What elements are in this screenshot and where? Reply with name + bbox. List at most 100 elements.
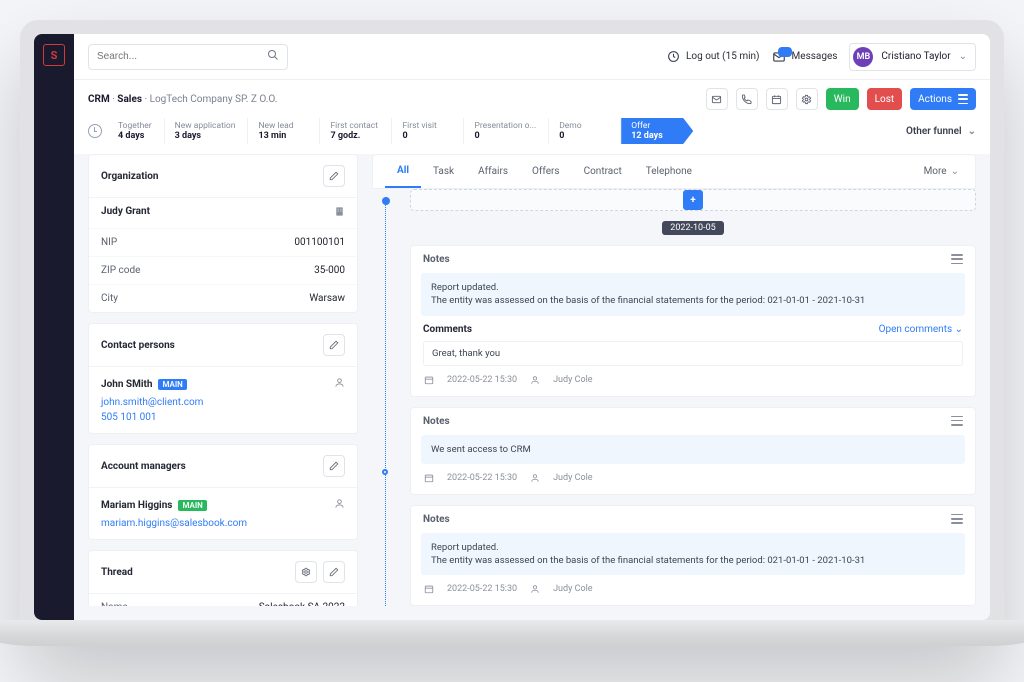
comments-heading: Comments	[423, 324, 472, 335]
stage-first-contact[interactable]: First contact 7 godz.	[320, 118, 392, 144]
timeline: + 2022-10-05 Notes Report updated	[372, 189, 976, 606]
chevron-down-icon: ⌄	[968, 126, 976, 137]
building-icon	[334, 206, 345, 220]
search-icon	[267, 49, 279, 64]
calendar-icon	[423, 472, 435, 484]
note-body: Report updated. The entity was assessed …	[421, 533, 965, 576]
left-column: Organization Judy Grant	[88, 154, 358, 606]
stage-offer[interactable]: Offer 12 days	[621, 118, 693, 144]
note-entry: Notes We sent access to CRM	[410, 407, 976, 495]
app-logo[interactable]: S	[43, 44, 65, 66]
note-menu-icon[interactable]	[951, 416, 963, 427]
manager-email[interactable]: mariam.higgins@salesbook.com	[101, 518, 247, 529]
activity-tabs: All Task Affairs Offers Contract Telepho…	[372, 154, 976, 189]
comment-text: Great, thank you	[423, 341, 963, 366]
person-icon	[529, 583, 541, 595]
contacts-title: Contact persons	[101, 340, 175, 351]
note-body: Report updated. The entity was assessed …	[421, 273, 965, 316]
timeline-dot-open	[382, 469, 388, 475]
user-name: Cristiano Taylor	[881, 51, 950, 62]
organization-card: Organization Judy Grant	[88, 154, 358, 313]
person-icon	[529, 472, 541, 484]
settings-thread-button[interactable]	[295, 561, 317, 583]
main-manager-tag: MAIN	[178, 500, 206, 511]
menu-icon	[958, 94, 968, 104]
content-area: Organization Judy Grant	[74, 154, 990, 620]
logout-link[interactable]: Log out (15 min)	[666, 50, 760, 64]
screen: S Log out (15 min)	[34, 34, 990, 620]
tab-all[interactable]: All	[385, 155, 421, 188]
note-body: We sent access to CRM	[421, 435, 965, 464]
phone-action-button[interactable]	[736, 88, 758, 110]
search-input[interactable]	[97, 51, 267, 62]
stage-pipeline: Together 4 days New application 3 days N…	[74, 118, 990, 154]
mail-action-button[interactable]	[706, 88, 728, 110]
note-entry: Notes Report updated. The entity was ass…	[410, 245, 976, 397]
note-heading: Notes	[423, 416, 450, 427]
clock-icon	[666, 50, 680, 64]
add-activity-box[interactable]: +	[410, 189, 976, 211]
tab-offers[interactable]: Offers	[520, 156, 572, 187]
stage-demo[interactable]: Demo 0	[549, 118, 621, 144]
chevron-down-icon: ⌄	[959, 51, 967, 62]
timeline-line	[372, 189, 400, 606]
edit-organization-button[interactable]	[323, 165, 345, 187]
note-menu-icon[interactable]	[951, 514, 963, 525]
edit-thread-button[interactable]	[323, 561, 345, 583]
settings-action-button[interactable]	[796, 88, 818, 110]
mail-icon	[772, 50, 786, 64]
tabs-more[interactable]: More⌄	[920, 156, 963, 187]
person-icon	[334, 377, 345, 391]
funnel-selector[interactable]: Other funnel ⌄	[906, 126, 976, 137]
note-entry: Notes Report updated. The entity was ass…	[410, 505, 976, 606]
edit-contacts-button[interactable]	[323, 334, 345, 356]
breadcrumb-row: CRM · Sales · LogTech Company SP. Z O.O.…	[74, 80, 990, 118]
timeline-body: + 2022-10-05 Notes Report updated	[410, 189, 976, 606]
user-menu[interactable]: MB Cristiano Taylor ⌄	[849, 43, 976, 71]
add-button[interactable]: +	[683, 190, 703, 210]
contact-persons-card: Contact persons John SMith	[88, 323, 358, 434]
contact-email[interactable]: john.smith@client.com	[101, 397, 203, 408]
contact-person-name: John SMith	[101, 379, 152, 390]
stage-clock-icon	[88, 124, 102, 138]
timeline-date-pill: 2022-10-05	[662, 221, 723, 235]
calendar-icon	[423, 374, 435, 386]
breadcrumb: CRM · Sales · LogTech Company SP. Z O.O.	[88, 94, 277, 105]
timeline-dot	[382, 197, 390, 205]
thread-card: Thread Name	[88, 550, 358, 606]
tab-task[interactable]: Task	[421, 156, 466, 187]
edit-managers-button[interactable]	[323, 455, 345, 477]
stage-new-lead[interactable]: New lead 13 min	[248, 118, 320, 144]
search-input-wrapper[interactable]	[88, 44, 288, 70]
stage-together: Together 4 days	[108, 118, 165, 144]
note-heading: Notes	[423, 254, 450, 265]
right-column: All Task Affairs Offers Contract Telepho…	[372, 154, 976, 606]
calendar-icon	[423, 583, 435, 595]
sidebar-nav: S	[34, 34, 74, 620]
topbar: Log out (15 min) Messages MB Cristiano T…	[74, 34, 990, 80]
messages-label: Messages	[792, 51, 838, 62]
lost-button[interactable]: Lost	[867, 88, 903, 110]
note-menu-icon[interactable]	[951, 254, 963, 265]
contact-phone[interactable]: 505 101 001	[101, 412, 157, 423]
stage-first-visit[interactable]: First visit 0	[392, 118, 464, 144]
stage-presentation[interactable]: Presentation o... 0	[464, 118, 549, 144]
main-area: Log out (15 min) Messages MB Cristiano T…	[74, 34, 990, 620]
actions-button[interactable]: Actions	[910, 88, 976, 110]
tab-telephone[interactable]: Telephone	[634, 156, 704, 187]
stage-new-application[interactable]: New application 3 days	[165, 118, 249, 144]
main-contact-tag: MAIN	[158, 379, 186, 390]
laptop-mockup: S Log out (15 min)	[20, 20, 1004, 646]
messages-link[interactable]: Messages	[772, 50, 838, 64]
win-button[interactable]: Win	[826, 88, 859, 110]
user-avatar: MB	[853, 47, 873, 67]
chevron-down-icon: ⌄	[951, 166, 959, 177]
org-contact-name: Judy Grant	[101, 206, 150, 220]
tab-affairs[interactable]: Affairs	[466, 156, 520, 187]
calendar-action-button[interactable]	[766, 88, 788, 110]
tab-contract[interactable]: Contract	[572, 156, 634, 187]
managers-title: Account managers	[101, 461, 186, 472]
note-heading: Notes	[423, 514, 450, 525]
laptop-base	[0, 620, 1024, 646]
open-comments-link[interactable]: Open comments ⌄	[879, 324, 963, 335]
